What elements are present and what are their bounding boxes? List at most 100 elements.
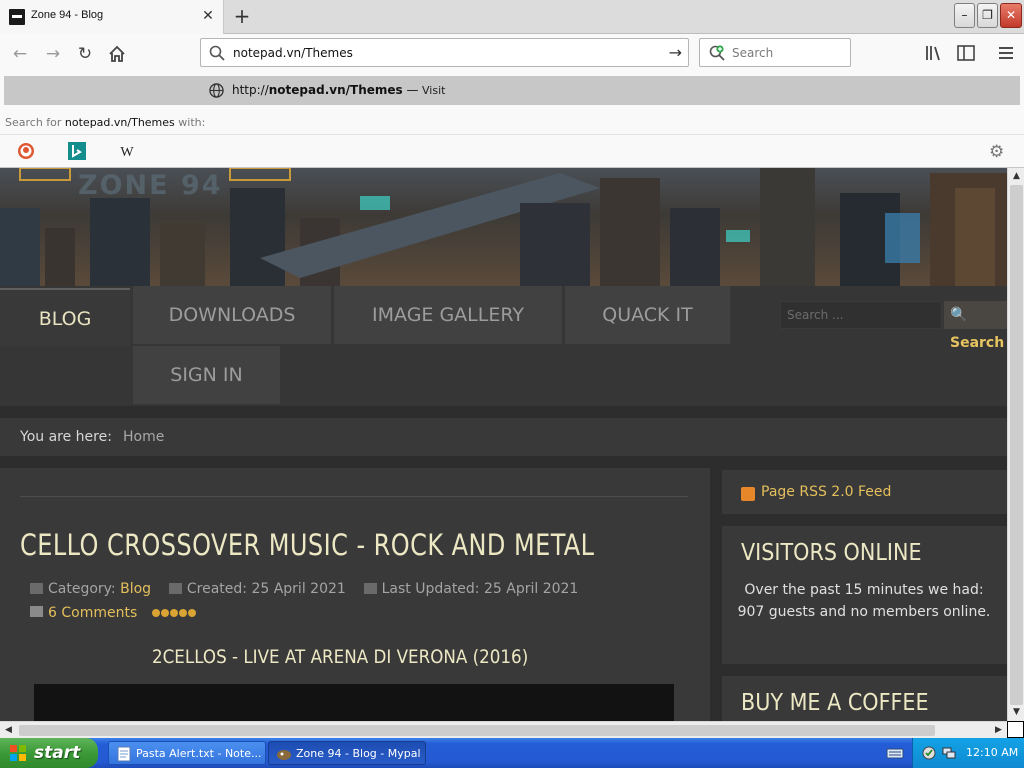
breadcrumb: You are here: Home — [0, 418, 1007, 456]
reload-icon[interactable]: ↻ — [73, 42, 97, 66]
start-label: start — [34, 743, 81, 763]
article-meta: Category: Blog Created: 25 April 2021 La… — [30, 581, 578, 597]
forward-arrow-icon[interactable]: → — [41, 42, 65, 66]
menu-item-sign-in[interactable]: SIGN IN — [133, 346, 280, 404]
coffee-module: BUY ME A COFFEE — [722, 676, 1007, 721]
main-menu: BLOG DOWNLOADS IMAGE GALLERY QUACK IT SI… — [0, 286, 1007, 406]
library-icon[interactable] — [924, 44, 944, 62]
hamburger-menu-icon[interactable] — [996, 44, 1016, 62]
duckduckgo-icon[interactable] — [17, 142, 35, 160]
taskbar-item-mypal[interactable]: Zone 94 - Blog - Mypal — [268, 741, 426, 765]
menu-item-downloads[interactable]: DOWNLOADS — [133, 286, 331, 344]
taskbar-item-label: Zone 94 - Blog - Mypal — [296, 747, 421, 760]
security-icon[interactable] — [921, 745, 937, 761]
system-tray: 12:10 AM — [912, 738, 1024, 768]
mypal-browser-icon — [277, 750, 291, 760]
scroll-left-arrow-icon[interactable]: ◀ — [0, 722, 17, 739]
taskbar-item-notepad[interactable]: Pasta Alert.txt - Note... — [108, 741, 266, 765]
back-arrow-icon[interactable]: ← — [8, 42, 32, 66]
scroll-right-arrow-icon[interactable]: ▶ — [990, 722, 1007, 739]
category-label: Category: — [48, 581, 116, 597]
web-page: ZONE 94 BLOG DOWNLOADS IMAGE GALLERY QUA… — [0, 168, 1007, 721]
notepad-icon — [117, 746, 131, 762]
video-embed[interactable] — [34, 684, 674, 721]
new-tab-button[interactable]: + — [231, 4, 253, 28]
tab-bar: Zone 94 - Blog ✕ + – ❐ ✕ — [0, 0, 1024, 34]
home-icon[interactable] — [105, 42, 129, 66]
site-search-placeholder: Search ... — [787, 308, 844, 322]
site-logo[interactable]: ZONE 94 — [78, 170, 223, 201]
taskbar-clock[interactable]: 12:10 AM — [966, 746, 1018, 759]
sidebar-toggle-icon[interactable] — [956, 44, 976, 62]
suggestion-url: http://notepad.vn/Themes — — [232, 83, 419, 97]
site-favicon-icon — [9, 9, 25, 25]
wikipedia-icon[interactable]: W — [118, 142, 136, 160]
site-search-button-label: Search — [950, 335, 1005, 351]
breadcrumb-home-link[interactable]: Home — [123, 429, 164, 445]
rss-module: Page RSS 2.0 Feed — [722, 470, 1007, 514]
calendar-edit-icon — [363, 583, 377, 594]
article-title[interactable]: CELLO CROSSOVER MUSIC - ROCK AND METAL — [20, 528, 594, 562]
tab-close-icon[interactable]: ✕ — [200, 8, 216, 24]
windows-flag-icon — [10, 745, 26, 761]
search-engine-add-icon — [709, 45, 725, 61]
comment-icon — [30, 606, 43, 617]
visitors-text: Over the past 15 minutes we had: 907 gue… — [737, 582, 991, 620]
bing-icon[interactable] — [68, 142, 86, 160]
rating-stars[interactable] — [151, 605, 197, 621]
start-button[interactable]: start — [0, 738, 98, 768]
window-close-button[interactable]: ✕ — [1000, 3, 1022, 28]
network-icon[interactable] — [941, 745, 957, 761]
search-placeholder: Search — [732, 46, 774, 60]
search-settings-gear-icon[interactable]: ⚙ — [989, 142, 1004, 162]
site-search-input[interactable]: Search ... — [780, 301, 942, 329]
url-suggestion-dropdown: http://notepad.vn/Themes — Visit Search … — [0, 72, 1024, 168]
site-banner: ZONE 94 — [0, 168, 1007, 286]
window-maximize-button[interactable]: ❐ — [977, 3, 998, 28]
divider — [0, 134, 1024, 135]
article-subtitle: 2CELLOS - LIVE AT ARENA DI VERONA (2016) — [152, 646, 529, 668]
scroll-up-arrow-icon[interactable]: ▲ — [1008, 168, 1024, 185]
horizontal-scrollbar[interactable]: ◀ ▶ — [0, 721, 1007, 738]
taskbar: start Pasta Alert.txt - Note... Zone 94 … — [0, 738, 1024, 768]
breadcrumb-label: You are here: — [20, 429, 112, 445]
rss-icon — [741, 487, 755, 501]
comments-row: 6 Comments — [30, 605, 197, 621]
tab-title: Zone 94 - Blog — [31, 9, 104, 21]
suggestion-row-visit[interactable]: http://notepad.vn/Themes — Visit — [4, 76, 1020, 105]
menu-item-blog[interactable]: BLOG — [0, 288, 130, 346]
comments-link[interactable]: 6 Comments — [48, 605, 137, 621]
scroll-down-arrow-icon[interactable]: ▼ — [1008, 704, 1024, 721]
vertical-scrollbar[interactable]: ▲ ▼ — [1007, 168, 1024, 721]
menu-item-image-gallery[interactable]: IMAGE GALLERY — [334, 286, 562, 344]
created-date: Created: 25 April 2021 — [186, 581, 346, 597]
site-search-button[interactable]: 🔍 Search — [944, 301, 1007, 351]
search-icon — [209, 45, 225, 61]
nav-bar: ← → ↻ notepad.vn/Themes → Search — [0, 34, 1024, 72]
go-arrow-icon[interactable]: → — [669, 43, 682, 62]
svg-text:W: W — [120, 145, 134, 160]
url-input[interactable]: notepad.vn/Themes — [233, 46, 353, 60]
folder-icon — [30, 583, 43, 594]
category-link[interactable]: Blog — [120, 581, 151, 597]
window-minimize-button[interactable]: – — [954, 3, 975, 28]
url-bar[interactable]: notepad.vn/Themes → — [200, 38, 689, 67]
globe-icon — [209, 83, 224, 98]
search-with-hint: Search for notepad.vn/Themes with: — [5, 116, 206, 129]
browser-search-box[interactable]: Search — [699, 38, 851, 67]
divider — [20, 496, 688, 497]
updated-date: Last Updated: 25 April 2021 — [381, 581, 579, 597]
vertical-scroll-thumb[interactable] — [1010, 185, 1023, 705]
keyboard-icon[interactable] — [886, 745, 904, 761]
suggestion-visit-label: Visit — [422, 84, 446, 97]
rss-feed-link[interactable]: Page RSS 2.0 Feed — [761, 484, 891, 500]
horizontal-scroll-thumb[interactable] — [19, 725, 935, 736]
article: CELLO CROSSOVER MUSIC - ROCK AND METAL C… — [0, 468, 710, 721]
coffee-title: BUY ME A COFFEE — [741, 690, 929, 716]
calendar-icon — [168, 583, 182, 594]
tab-zone94[interactable]: Zone 94 - Blog ✕ — [0, 0, 224, 34]
menu-item-quack-it[interactable]: QUACK IT — [565, 286, 730, 344]
taskbar-item-label: Pasta Alert.txt - Note... — [136, 747, 262, 760]
visitors-title: VISITORS ONLINE — [741, 540, 922, 566]
visitors-module: VISITORS ONLINE Over the past 15 minutes… — [722, 526, 1007, 664]
